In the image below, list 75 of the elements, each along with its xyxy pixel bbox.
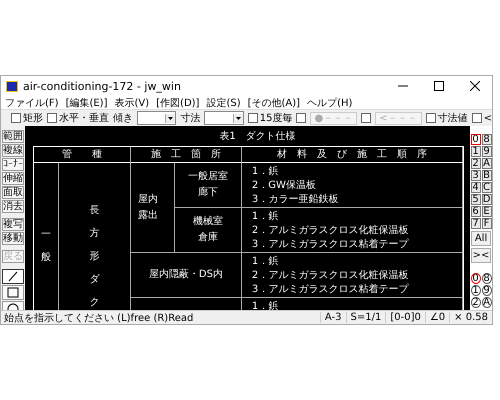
table-cell-text: 1．鋲 — [252, 255, 280, 269]
table-cell-text: 屋内 — [138, 192, 159, 206]
table-title: 表1 ダクト仕様 — [218, 130, 297, 144]
layer-button[interactable]: 9 — [482, 285, 492, 296]
layer-group-button[interactable]: D — [482, 194, 492, 205]
layer-button[interactable]: 1 — [470, 285, 481, 296]
table-header: 施 工 箇 所 — [130, 147, 242, 163]
field-label: 傾き — [113, 112, 133, 125]
table-cell-text: 2．GW保温板 — [252, 179, 317, 193]
all-button[interactable]: All — [471, 231, 492, 246]
layer-group-button[interactable]: 9 — [482, 146, 492, 157]
layer-group-button[interactable]: 6 — [470, 206, 481, 217]
layer-group-button[interactable]: E — [482, 206, 492, 217]
layer-group-button[interactable]: 4 — [470, 182, 481, 193]
table-header: 材 料 及 び 施 工 順 序 — [242, 147, 463, 163]
tool-button[interactable]: 複線 — [2, 144, 24, 157]
table-cell-text: 3．アルミガラスクロス粘着テープ — [252, 238, 410, 252]
window-title: air-conditioning-172 - jw_win — [23, 80, 182, 92]
table-cell-text: 機械室 — [192, 214, 223, 229]
layer-group-button[interactable]: 8 — [482, 134, 492, 145]
tool-button[interactable]: 伸縮 — [2, 172, 24, 185]
checkbox-label: 寸法値 — [438, 112, 468, 125]
layer-group-button[interactable]: 7 — [470, 218, 481, 229]
menu-item[interactable]: 設定(S) — [206, 96, 241, 110]
layer-group-button[interactable]: C — [482, 182, 492, 193]
table-cell-text: 一般 — [40, 228, 51, 265]
table-cell-text: 1．鋲 — [252, 165, 280, 179]
table-cell-text: 露出 — [138, 208, 159, 222]
tool-button[interactable]: 範囲 — [2, 130, 24, 143]
table-cell-text: 3．アルミガラスクロス粘着テープ — [252, 283, 410, 297]
status-field: [0-0]0 — [385, 312, 425, 323]
table-cell-text: 屋内隠蔽・DS内 — [148, 268, 223, 282]
menu-item[interactable]: [編集(E)] — [66, 96, 108, 110]
status-field: S=1/1 — [346, 312, 386, 323]
layer-group-button[interactable]: 2 — [470, 158, 481, 169]
layer-group-button[interactable]: F — [482, 218, 492, 229]
field-label: 寸法 — [180, 112, 200, 125]
table-header: 管 種 — [34, 147, 131, 163]
layer-group-button[interactable]: 5 — [470, 194, 481, 205]
table-cell-text: 2．アルミガラスクロス化粧保温板 — [252, 224, 410, 238]
table-cell-text: 3．カラー亜鉛鉄板 — [252, 193, 340, 207]
layer-group-button[interactable]: 1 — [470, 146, 481, 157]
layer-button[interactable]: 2 — [470, 297, 481, 308]
table-cell-text: 2．アルミガラスクロス化粧保温板 — [252, 269, 410, 283]
status-field: × 0.58 — [449, 312, 492, 323]
menu-item[interactable]: ヘルプ(H) — [307, 96, 352, 110]
checkbox-label: 15度毎 — [260, 112, 292, 125]
status-message: 始点を指示してください (L)free (R)Read — [3, 312, 194, 324]
tool-button[interactable]: 移動 — [2, 232, 24, 245]
table-cell-text: 1．鋲 — [252, 210, 280, 224]
tool-button[interactable]: 複写 — [2, 218, 24, 231]
layer-group-button[interactable]: B — [482, 170, 492, 181]
table-cell-text: 長方形ダク — [89, 204, 100, 310]
status-field: A-3 — [320, 312, 346, 323]
checkbox-label: < — [484, 112, 492, 124]
checkbox-label: 矩形 — [23, 112, 43, 125]
table-cell-text: 倉庫 — [198, 230, 218, 245]
status-field: ∠0 — [424, 312, 450, 323]
menu-item[interactable]: [作図(D)] — [156, 96, 200, 110]
layer-group-button[interactable]: A — [482, 158, 492, 169]
table-cell-text: 廊下 — [198, 186, 218, 200]
layer-group-button[interactable]: 3 — [470, 170, 481, 181]
tool-button[interactable]: 消去 — [2, 200, 24, 213]
menu-item[interactable]: 表示(V) — [114, 96, 150, 110]
layer-button[interactable]: 8 — [482, 273, 492, 284]
menu-item[interactable]: [その他(A)] — [248, 96, 300, 110]
tool-button[interactable]: ｺｰﾅｰ — [2, 158, 24, 171]
layer-group-button[interactable]: 0 — [470, 134, 481, 145]
swap-button[interactable]: >< — [471, 248, 492, 263]
tool-button[interactable]: 面取 — [2, 186, 24, 199]
checkbox-label: 水平・垂直 — [59, 112, 109, 125]
table-cell-text: 一般居室 — [188, 170, 228, 184]
layer-button[interactable]: A — [482, 297, 492, 308]
layer-button[interactable]: 0 — [470, 273, 481, 284]
menu-item[interactable]: ファイル(F) — [5, 96, 59, 110]
